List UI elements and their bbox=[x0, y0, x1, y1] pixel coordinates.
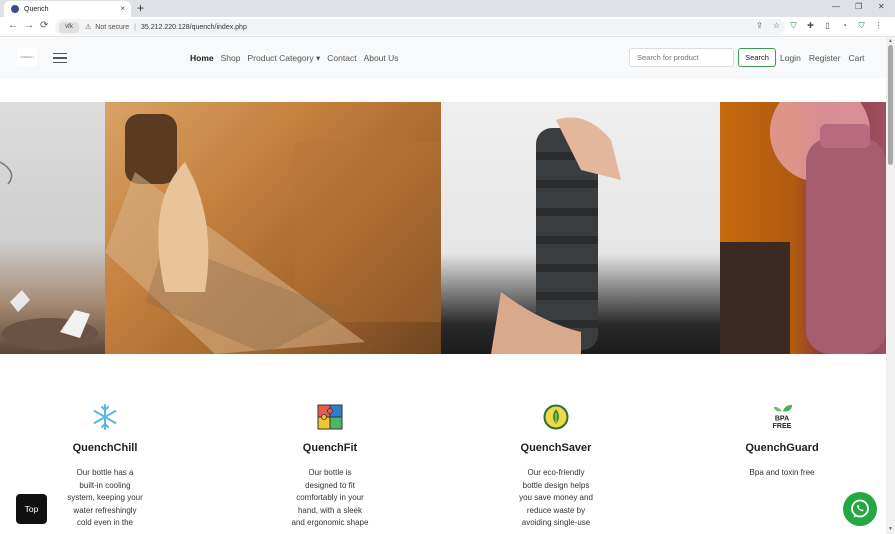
cart-link[interactable]: Cart bbox=[848, 53, 864, 63]
whatsapp-chat-button[interactable] bbox=[843, 492, 877, 526]
collapsible-bottle-illustration bbox=[491, 117, 621, 354]
not-secure-label[interactable]: Not secure bbox=[95, 24, 129, 31]
url-separator: | bbox=[134, 23, 136, 31]
feature-quenchfit: QuenchFit Our bottle is designed to fit co… bbox=[255, 403, 405, 530]
minimize-window-icon[interactable]: — bbox=[832, 2, 840, 11]
page-scrollbar[interactable]: ▲ ▼ bbox=[886, 37, 895, 534]
url-text[interactable]: 35.212.220.128/quench/index.php bbox=[141, 24, 247, 31]
hamburger-menu-icon[interactable] bbox=[53, 53, 67, 63]
hero-image-collapsible-bottle bbox=[441, 102, 720, 354]
feature-title: QuenchChill bbox=[72, 442, 138, 454]
pink-bottle-illustration bbox=[720, 102, 886, 354]
hero-image-pink-bottle bbox=[720, 102, 886, 354]
svg-text:BPA: BPA bbox=[775, 416, 789, 423]
sidebar-icon[interactable]: ▯ bbox=[823, 21, 832, 30]
maximize-window-icon[interactable]: ❐ bbox=[855, 2, 862, 11]
url-field[interactable]: vfk ⚠ Not secure | 35.212.220.128/quench… bbox=[55, 19, 785, 35]
nav-about-us[interactable]: About Us bbox=[364, 53, 399, 64]
eco-drop-icon bbox=[542, 403, 570, 431]
site-navbar: QUENCH Home Shop Product Category ▾ Cont… bbox=[0, 37, 886, 79]
puzzle-icon bbox=[316, 403, 344, 431]
address-bar: ← → ⟳ vfk ⚠ Not secure | 35.212.220.128/… bbox=[0, 17, 895, 37]
feature-description: Bpa and toxin free bbox=[749, 468, 815, 477]
feature-quenchsaver: QuenchSaver Our eco-friendly bottle desig… bbox=[481, 403, 631, 530]
reload-icon[interactable]: ⟳ bbox=[40, 20, 48, 31]
site-logo[interactable]: QUENCH bbox=[17, 48, 37, 66]
share-icon[interactable]: ⇪ bbox=[755, 21, 764, 30]
feature-quenchchill: QuenchChill Our bottle has a built-in coo… bbox=[30, 403, 180, 530]
nav-product-category[interactable]: Product Category ▾ bbox=[247, 53, 320, 64]
puzzle-extension-icon[interactable]: ✚ bbox=[806, 21, 815, 30]
scroll-up-icon[interactable]: ▲ bbox=[888, 38, 893, 44]
glass-bottle-illustration bbox=[105, 114, 441, 354]
feature-description: Our eco-friendly bottle design helps you s… bbox=[519, 468, 593, 527]
hero-image-glass-bottle bbox=[105, 102, 441, 354]
bpa-free-icon: BPA FREE bbox=[768, 403, 796, 431]
menu-dots-icon[interactable]: ⋮ bbox=[874, 21, 883, 30]
scrollbar-thumb[interactable] bbox=[888, 45, 893, 165]
site-badge[interactable]: vfk bbox=[59, 21, 79, 33]
shield-extension-icon[interactable]: ⛉ bbox=[789, 21, 798, 30]
close-window-icon[interactable]: ✕ bbox=[878, 2, 885, 11]
crystal-bowl-illustration bbox=[0, 161, 98, 350]
main-menu: Home Shop Product Category ▾ Contact Abo… bbox=[190, 53, 399, 64]
back-to-top-button[interactable]: Top bbox=[16, 494, 47, 524]
browser-tab-bar: Quench × + — ❐ ✕ bbox=[0, 0, 895, 17]
whatsapp-icon bbox=[851, 499, 869, 518]
extension-icons: ⇪ ☆ ⛉ ✚ ▯ ◔ ⛉ ⋮ bbox=[755, 21, 883, 30]
account-links: Login Register Cart bbox=[780, 53, 865, 63]
scroll-down-icon[interactable]: ▼ bbox=[888, 526, 893, 532]
nav-contact[interactable]: Contact bbox=[327, 53, 356, 64]
browser-tab[interactable]: Quench × bbox=[4, 1, 131, 17]
search-button[interactable]: Search bbox=[738, 48, 776, 67]
tab-close-icon[interactable]: × bbox=[120, 4, 125, 13]
favicon-icon bbox=[11, 5, 19, 13]
nav-shop[interactable]: Shop bbox=[221, 53, 241, 64]
bookmark-star-icon[interactable]: ☆ bbox=[772, 21, 781, 30]
snowflake-icon bbox=[91, 403, 119, 431]
hero-image-crystals bbox=[0, 102, 105, 354]
login-link[interactable]: Login bbox=[780, 53, 801, 63]
svg-text:FREE: FREE bbox=[773, 423, 792, 430]
warning-icon: ⚠ bbox=[85, 24, 92, 31]
security-extension-icon[interactable]: ⛉ bbox=[857, 21, 866, 30]
feature-title: QuenchSaver bbox=[520, 442, 592, 454]
register-link[interactable]: Register bbox=[809, 53, 841, 63]
tab-title: Quench bbox=[24, 5, 49, 13]
feature-quenchguard: BPA FREE QuenchGuard Bpa and toxin free bbox=[707, 403, 857, 480]
feature-description: Our bottle has a built-in cooling system, … bbox=[67, 468, 143, 527]
nav-home[interactable]: Home bbox=[190, 53, 214, 64]
new-tab-button[interactable]: + bbox=[137, 1, 144, 15]
feature-title: QuenchGuard bbox=[745, 442, 819, 454]
feature-description: Our bottle is designed to fit comfortably … bbox=[291, 468, 369, 527]
forward-icon[interactable]: → bbox=[24, 20, 34, 31]
back-icon[interactable]: ← bbox=[8, 20, 18, 31]
feature-title: QuenchFit bbox=[302, 442, 358, 454]
search-input[interactable] bbox=[629, 48, 734, 67]
profile-icon[interactable]: ◔ bbox=[840, 21, 849, 30]
